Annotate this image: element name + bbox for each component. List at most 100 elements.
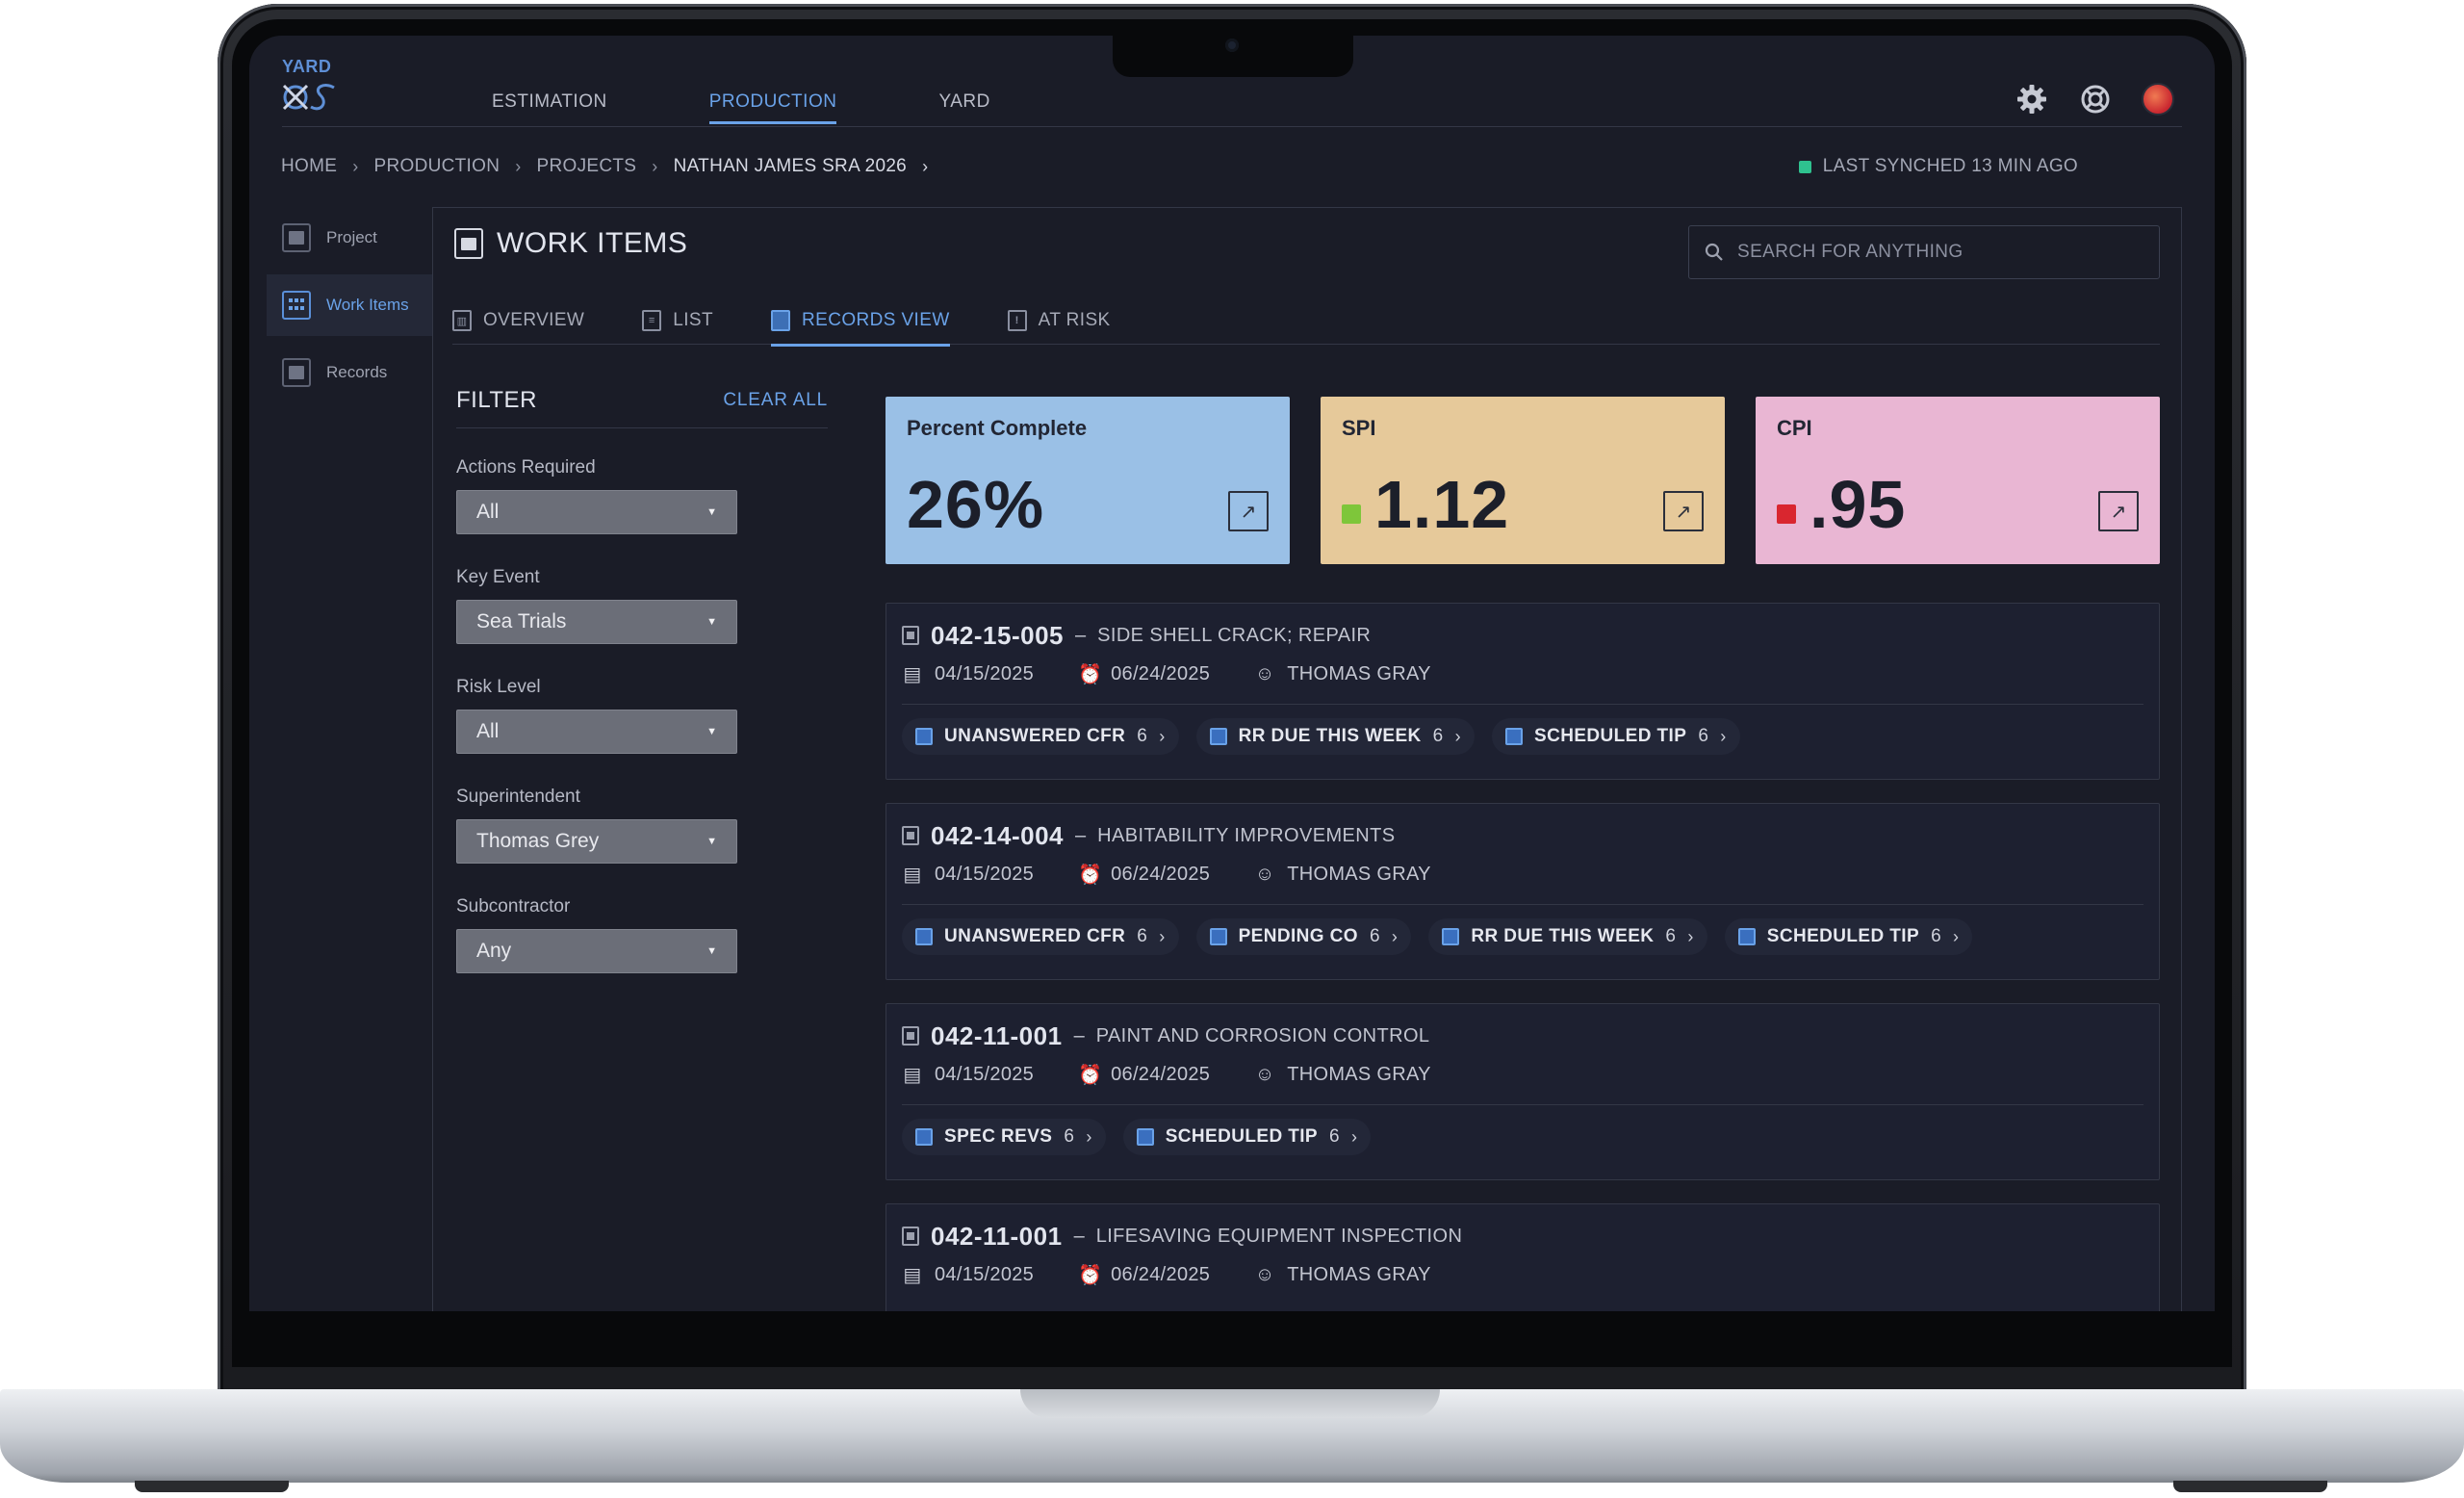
record-chip[interactable]: SCHEDULED TIP 6 ›	[1492, 718, 1740, 755]
clear-all-button[interactable]: CLEAR ALL	[723, 390, 828, 411]
work-item-meta: ▤ 04/15/2025 ⏰ 06/24/2025 ☺ THOMAS GRAY	[902, 1052, 2143, 1097]
chevron-right-icon: ›	[515, 156, 522, 176]
alarm-clock-icon: ⏰	[1078, 1264, 1103, 1286]
work-item-card[interactable]: 042-15-005 – SIDE SHELL CRACK; REPAIR ▤ …	[886, 603, 2160, 780]
risk-level-select[interactable]: All ▼	[456, 710, 737, 754]
camera-icon	[1225, 39, 1239, 52]
kpi-card-spi[interactable]: SPI 1.12 ↗	[1321, 397, 1725, 564]
work-items-icon	[454, 228, 483, 259]
record-chip[interactable]: PENDING CO 6 ›	[1195, 918, 1412, 955]
work-item-id[interactable]: 042-11-001	[931, 1021, 1063, 1051]
sidebar-item-work-items[interactable]: Work Items	[267, 274, 432, 336]
breadcrumb-production[interactable]: PRODUCTION	[374, 156, 500, 177]
select-value: All	[476, 720, 500, 742]
key-event-select[interactable]: Sea Trials ▼	[456, 600, 737, 644]
chevron-right-icon[interactable]: ›	[922, 157, 928, 177]
help-lifebuoy-icon[interactable]	[2078, 82, 2113, 116]
kpi-label: SPI	[1342, 416, 1376, 440]
sync-status-text: LAST SYNCHED 13 MIN AGO	[1822, 156, 2078, 176]
laptop-foot-left	[135, 1481, 289, 1492]
filter-label-subcontractor: Subcontractor	[456, 896, 571, 917]
yardos-logo[interactable]: YARD	[282, 57, 340, 115]
record-icon	[1505, 728, 1524, 745]
search-box[interactable]	[1688, 225, 2160, 279]
record-chip[interactable]: SCHEDULED TIP 6 ›	[1724, 918, 1973, 955]
search-input[interactable]	[1737, 242, 2142, 263]
work-item-header: 042-15-005 – SIDE SHELL CRACK; REPAIR	[902, 619, 2143, 652]
work-item-list: 042-15-005 – SIDE SHELL CRACK; REPAIR ▤ …	[886, 603, 2160, 1311]
tab-list[interactable]: ≡ LIST	[642, 297, 713, 345]
filter-header: FILTER CLEAR ALL	[456, 387, 828, 428]
chip-count: 6	[1329, 1126, 1340, 1147]
subcontractor-select[interactable]: Any ▼	[456, 929, 737, 973]
status-indicator	[1777, 504, 1796, 524]
record-chip[interactable]: UNANSWERED CFR 6 ›	[902, 918, 1179, 955]
work-item-id[interactable]: 042-11-001	[931, 1222, 1063, 1252]
breadcrumb-current-project[interactable]: NATHAN JAMES SRA 2026	[674, 156, 907, 177]
kpi-value: 26%	[907, 466, 1044, 543]
work-item-id[interactable]: 042-15-005	[931, 621, 1064, 651]
breadcrumb-home[interactable]: HOME	[281, 156, 337, 177]
kpi-card-percent-complete[interactable]: Percent Complete 26% ↗	[886, 397, 1290, 564]
alarm-clock-icon: ⏰	[1078, 864, 1103, 886]
chip-label: UNANSWERED CFR	[944, 726, 1126, 746]
filter-label-key-event: Key Event	[456, 567, 540, 587]
work-item-id[interactable]: 042-14-004	[931, 821, 1064, 851]
expand-arrow-icon[interactable]: ↗	[1663, 491, 1704, 531]
breadcrumb-projects[interactable]: PROJECTS	[537, 156, 637, 177]
work-item-icon	[902, 1026, 919, 1046]
record-chip[interactable]: SPEC REVS 6 ›	[902, 1119, 1106, 1155]
start-date: 04/15/2025	[935, 662, 1035, 684]
sidebar-item-project[interactable]: Project	[267, 207, 432, 269]
kpi-card-cpi[interactable]: CPI .95 ↗	[1756, 397, 2160, 564]
sidebar-item-records[interactable]: Records	[267, 342, 432, 403]
tab-label: OVERVIEW	[483, 310, 585, 330]
actions-required-select[interactable]: All ▼	[456, 490, 737, 534]
nav-divider	[282, 126, 2182, 127]
user-avatar[interactable]	[2142, 83, 2174, 116]
chip-label: RR DUE THIS WEEK	[1471, 926, 1655, 946]
gear-icon[interactable]	[2015, 82, 2049, 116]
nav-tab-yard[interactable]: YARD	[938, 91, 989, 124]
sidebar-item-label: Records	[326, 363, 388, 381]
record-chips: UNANSWERED CFR 6 › PENDING CO 6 › RR DUE…	[902, 905, 2143, 969]
record-icon	[915, 928, 933, 945]
chip-label: SCHEDULED TIP	[1534, 726, 1687, 746]
tab-label: LIST	[673, 310, 713, 330]
work-item-card[interactable]: 042-11-001 – PAINT AND CORROSION CONTROL…	[886, 1003, 2160, 1180]
alarm-clock-icon: ⏰	[1078, 1064, 1103, 1086]
record-chip[interactable]: SCHEDULED TIP 6 ›	[1122, 1119, 1372, 1155]
superintendent-select[interactable]: Thomas Grey ▼	[456, 819, 737, 864]
record-chip[interactable]: RR DUE THIS WEEK 6 ›	[1195, 718, 1476, 755]
bar-chart-icon: ▥	[452, 310, 472, 331]
filter-label-superintendent: Superintendent	[456, 787, 580, 807]
user-icon: ☺	[1254, 662, 1275, 684]
work-item-card[interactable]: 042-11-001 – LIFESAVING EQUIPMENT INSPEC…	[886, 1203, 2160, 1311]
nav-tab-estimation[interactable]: ESTIMATION	[492, 91, 607, 124]
chevron-right-icon: ›	[652, 156, 658, 176]
tab-at-risk[interactable]: ! AT RISK	[1007, 297, 1111, 345]
tab-records-view[interactable]: RECORDS VIEW	[771, 297, 950, 347]
chip-label: RR DUE THIS WEEK	[1238, 726, 1422, 746]
tab-overview[interactable]: ▥ OVERVIEW	[452, 297, 584, 345]
expand-arrow-icon[interactable]: ↗	[2098, 491, 2139, 531]
start-date: 04/15/2025	[935, 1063, 1035, 1085]
work-item-header: 042-11-001 – LIFESAVING EQUIPMENT INSPEC…	[902, 1220, 2143, 1253]
record-icon	[1136, 1128, 1154, 1146]
record-chip[interactable]: RR DUE THIS WEEK 6 ›	[1428, 918, 1707, 955]
work-item-title: PAINT AND CORROSION CONTROL	[1095, 1024, 1430, 1046]
owner-name: THOMAS GRAY	[1287, 662, 1431, 684]
kpi-value: 1.12	[1342, 466, 1509, 543]
work-item-card[interactable]: 042-14-004 – HABITABILITY IMPROVEMENTS ▤…	[886, 803, 2160, 980]
record-icon	[1442, 928, 1460, 945]
app-screen: YARD ESTIMATION PRODUCTION YARD HOME › P…	[249, 36, 2215, 1311]
kpi-value-text: 26%	[907, 467, 1045, 542]
expand-arrow-icon[interactable]: ↗	[1228, 491, 1269, 531]
breadcrumb: HOME › PRODUCTION › PROJECTS › NATHAN JA…	[281, 156, 943, 177]
due-date: 06/24/2025	[1111, 662, 1211, 684]
filter-panel: FILTER CLEAR ALL Actions Required All ▼ …	[456, 387, 828, 1006]
select-value: Thomas Grey	[476, 830, 600, 852]
nav-tab-production[interactable]: PRODUCTION	[708, 91, 837, 124]
tab-label: RECORDS VIEW	[802, 310, 950, 330]
record-chip[interactable]: UNANSWERED CFR 6 ›	[902, 718, 1179, 755]
